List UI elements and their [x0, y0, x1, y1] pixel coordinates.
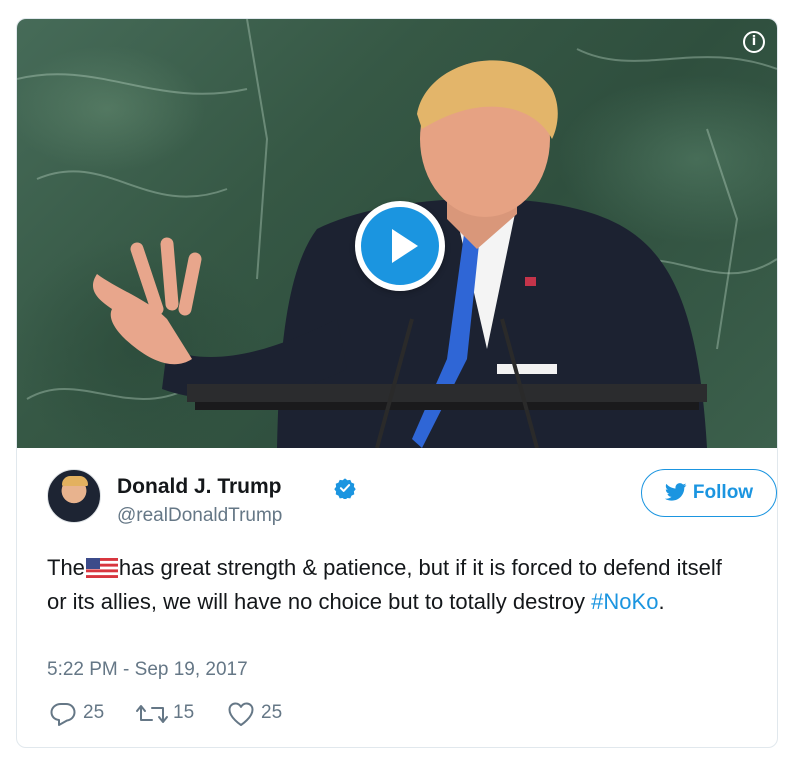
avatar[interactable]: [47, 469, 101, 523]
twitter-bird-icon: [664, 483, 687, 501]
tweet-header: Donald J. Trump @realDonaldTrump Follow: [47, 469, 777, 529]
tweet-text: The has great strength & patience, but i…: [47, 555, 722, 614]
retweet-count: 15: [173, 702, 195, 723]
user-handle[interactable]: @realDonaldTrump: [117, 505, 282, 527]
like-count: 25: [261, 702, 283, 723]
play-button[interactable]: [355, 201, 445, 291]
reply-icon: [50, 703, 76, 726]
follow-button[interactable]: Follow: [641, 469, 777, 517]
tweet-embed-card: i Donald J. Trump @realDonaldTrump Follo…: [16, 18, 778, 748]
user-name[interactable]: Donald J. Trump: [117, 475, 282, 499]
hashtag-link[interactable]: #NoKo: [591, 589, 658, 614]
heart-icon: [228, 702, 254, 726]
info-icon[interactable]: i: [743, 31, 765, 53]
video-thumbnail[interactable]: i: [17, 19, 777, 448]
us-flag-emoji: [85, 558, 118, 578]
verified-badge-icon: [334, 478, 356, 499]
retweet-icon: [136, 705, 168, 723]
tweet-timestamp[interactable]: 5:22 PM - Sep 19, 2017: [47, 659, 248, 681]
play-icon: [392, 229, 418, 263]
reply-count: 25: [83, 702, 105, 723]
